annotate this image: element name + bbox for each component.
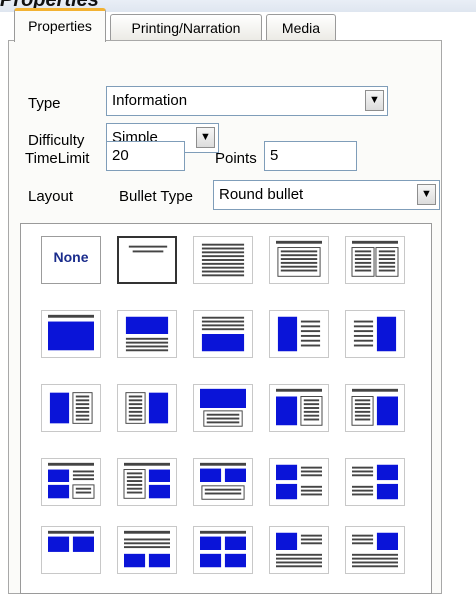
points-label: Points: [215, 150, 257, 167]
layout-text-lines-icon: [201, 243, 245, 277]
layout-option-two-pictures[interactable]: [41, 526, 101, 574]
bullet-type-label: Bullet Type: [119, 188, 193, 205]
layout-option-text-left-picture[interactable]: [345, 310, 405, 358]
layout-list-left-picture-icon: [125, 392, 169, 424]
type-select[interactable]: Information ▼: [106, 86, 388, 116]
layout-title-picture-icon: [48, 314, 94, 351]
points-value: 5: [270, 147, 279, 164]
bullet-type-select[interactable]: Round bullet ▼: [213, 180, 440, 210]
chevron-down-icon[interactable]: ▼: [365, 90, 384, 111]
layout-option-bullet-list[interactable]: [269, 236, 329, 284]
layout-option-pictures-text-2x2[interactable]: [269, 458, 329, 506]
timelimit-input[interactable]: 20: [106, 141, 185, 171]
layout-option-text-top-picture[interactable]: [193, 310, 253, 358]
layout-list-picture-2x2-icon: [123, 462, 170, 499]
layout-option-list-left-picture[interactable]: [117, 384, 177, 432]
chevron-down-icon[interactable]: ▼: [417, 184, 436, 205]
points-input[interactable]: 5: [264, 141, 357, 171]
layout-two-bullet-lists-icon: [351, 240, 399, 277]
layout-text-picture-rows-icon: [352, 532, 398, 568]
layout-gallery: None: [20, 223, 432, 594]
layout-option-text-two-pictures[interactable]: [117, 526, 177, 574]
layout-picture-left-text-icon: [277, 316, 321, 352]
layout-picture-left-list-icon: [49, 392, 93, 424]
layout-option-picture-left-list[interactable]: [41, 384, 101, 432]
layout-none-label: None: [53, 249, 89, 265]
layout-picture-list-2x2-icon: [48, 462, 95, 499]
layout-option-text-lines[interactable]: [193, 236, 253, 284]
layout-pictures-top-list-icon: [200, 462, 246, 500]
layout-option-title-only[interactable]: [117, 236, 177, 284]
layout-option-picture-top-list[interactable]: [193, 384, 253, 432]
layout-option-four-pictures[interactable]: [193, 526, 253, 574]
layout-picture-text-rows-icon: [276, 532, 322, 568]
type-label: Type: [28, 95, 61, 112]
tab-printing-narration[interactable]: Printing/Narration: [110, 14, 262, 40]
layout-option-text-pictures-2x2[interactable]: [345, 458, 405, 506]
layout-title-only-icon: [128, 245, 168, 253]
layout-option-picture-top-text[interactable]: [117, 310, 177, 358]
layout-picture-top-text-icon: [125, 316, 169, 352]
layout-two-pictures-icon: [48, 530, 94, 552]
layout-list-left-picture-bottom-icon: [351, 388, 398, 426]
layout-four-pictures-icon: [200, 530, 246, 568]
timelimit-value: 20: [112, 147, 129, 164]
type-value: Information: [112, 92, 188, 109]
layout-option-picture-left-text[interactable]: [269, 310, 329, 358]
layout-bullet-list-icon: [276, 240, 322, 277]
layout-option-list-left-picture-bottom[interactable]: [345, 384, 405, 432]
layout-option-picture-list-2x2[interactable]: [41, 458, 101, 506]
layout-option-pictures-top-list[interactable]: [193, 458, 253, 506]
layout-option-none[interactable]: None: [41, 236, 101, 284]
layout-option-two-bullet-lists[interactable]: [345, 236, 405, 284]
layout-option-picture-text-rows[interactable]: [269, 526, 329, 574]
bullet-type-value: Round bullet: [219, 186, 304, 203]
layout-picture-top-list-icon: [200, 388, 246, 427]
chevron-down-icon[interactable]: ▼: [196, 127, 215, 148]
layout-option-list-picture-2x2[interactable]: [117, 458, 177, 506]
layout-list-picture-right-top-icon: [276, 388, 323, 426]
layout-pictures-text-2x2-icon: [276, 464, 322, 500]
difficulty-label: Difficulty: [28, 132, 85, 149]
layout-label: Layout: [28, 188, 74, 205]
layout-option-title-picture[interactable]: [41, 310, 101, 358]
layout-text-pictures-2x2-icon: [352, 464, 398, 500]
layout-text-top-picture-icon: [201, 316, 245, 352]
tab-strip: Properties Printing/Narration Media: [14, 8, 364, 42]
layout-text-left-picture-icon: [353, 316, 397, 352]
timelimit-label: TimeLimit: [25, 150, 90, 167]
layout-text-two-pictures-icon: [124, 530, 170, 568]
tab-media[interactable]: Media: [266, 14, 336, 40]
layout-option-list-picture-right-top[interactable]: [269, 384, 329, 432]
layout-option-text-picture-rows[interactable]: [345, 526, 405, 574]
tab-properties[interactable]: Properties: [14, 8, 106, 42]
